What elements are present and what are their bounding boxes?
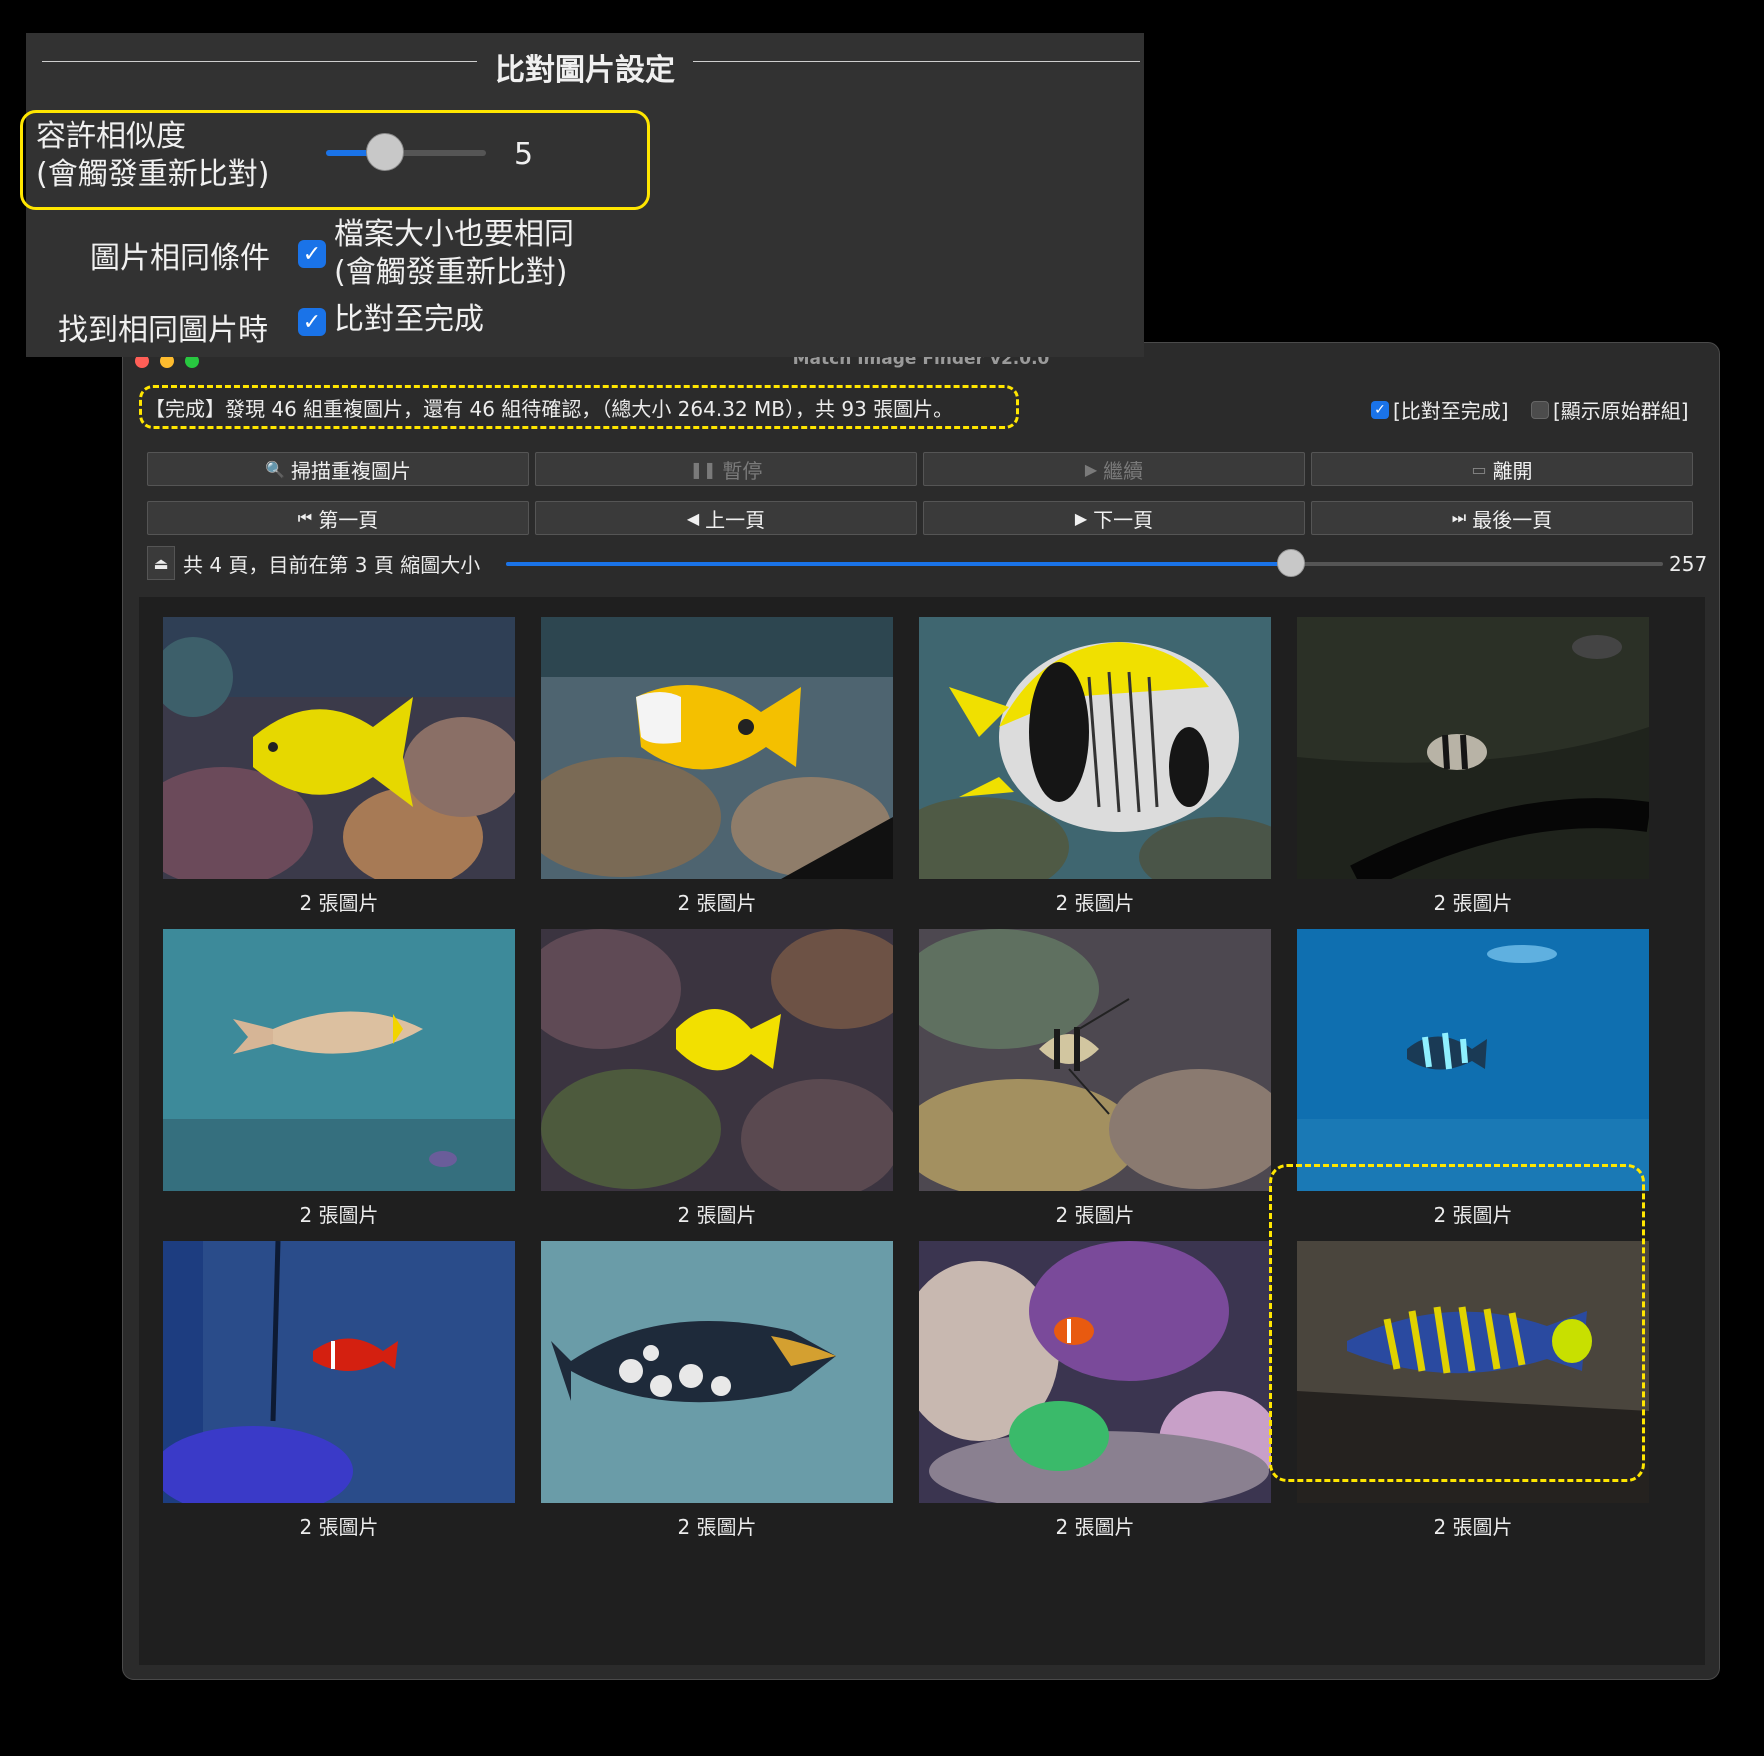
status-text: 【完成】發現 46 組重複圖片，還有 46 組待確認，（總大小 264.32 M…	[145, 397, 954, 421]
skip-last-icon: ⏭	[1451, 508, 1467, 527]
pager-info: ⏏ 共 4 頁，目前在第 3 頁 縮圖大小	[147, 546, 480, 580]
thumbnail-image[interactable]	[163, 1241, 515, 1503]
scan-button[interactable]: 🔍 掃描重複圖片	[147, 452, 529, 486]
show-original-groups-option[interactable]: [顯示原始群組]	[1531, 395, 1689, 424]
skip-first-icon: ⏮	[297, 508, 313, 527]
main-window: Match Image Finder v2.0.0 【完成】發現 46 組重複圖…	[122, 342, 1720, 1680]
thumb-size-slider[interactable]	[506, 549, 1663, 577]
thumbnail-image[interactable]	[163, 617, 515, 879]
thumbnail-item[interactable]: 2 張圖片	[919, 1241, 1271, 1540]
same-size-option[interactable]: 檔案大小也要相同 (會觸發重新比對)	[334, 216, 574, 292]
thumbnail-caption: 2 張圖片	[677, 1203, 757, 1227]
thumbnail-item[interactable]: 2 張圖片	[919, 929, 1271, 1228]
similarity-slider[interactable]	[326, 150, 486, 156]
settings-title: 比對圖片設定	[26, 45, 1144, 89]
thumbnail-caption: 2 張圖片	[1055, 891, 1135, 915]
on-found-label: 找到相同圖片時	[58, 313, 268, 348]
thumbnail-grid: 2 張圖片 2 張圖片 2 張圖片 2 張圖片 2 張圖片 2 張圖片 2 張圖…	[139, 597, 1705, 1665]
thumbnail-image[interactable]	[919, 617, 1271, 879]
thumbnail-caption: 2 張圖片	[299, 1515, 379, 1539]
similarity-slider-knob[interactable]	[366, 133, 404, 171]
thumb-size-value: 257	[1669, 552, 1708, 576]
thumbnail-item[interactable]: 2 張圖片	[163, 929, 515, 1228]
thumbnail-caption: 2 張圖片	[1433, 1515, 1513, 1539]
pause-icon: ❚❚	[689, 459, 717, 479]
settings-panel: 比對圖片設定 容許相似度 (會觸發重新比對) 5 圖片相同條件 ✓ 檔案大小也要…	[20, 33, 1144, 357]
compare-to-end-setting-option[interactable]: 比對至完成	[334, 301, 484, 339]
thumbnail-item[interactable]: 2 張圖片	[541, 617, 893, 916]
similarity-label: 容許相似度 (會觸發重新比對)	[36, 119, 270, 192]
thumbnail-item[interactable]: 2 張圖片	[541, 929, 893, 1228]
thumbnail-caption: 2 張圖片	[1055, 1515, 1135, 1539]
prev-icon: ◀	[686, 508, 700, 528]
exit-icon: ▭	[1471, 459, 1487, 479]
compare-to-end-option[interactable]: ✓ [比對至完成]	[1371, 395, 1509, 424]
thumbnail-image[interactable]	[163, 929, 515, 1191]
thumbnail-caption: 2 張圖片	[677, 891, 757, 915]
show-original-groups-checkbox[interactable]	[1531, 400, 1549, 419]
thumbnail-item[interactable]: 2 張圖片	[541, 1241, 893, 1540]
thumbnail-caption: 2 張圖片	[1055, 1203, 1135, 1227]
show-original-groups-label: [顯示原始群組]	[1553, 399, 1689, 423]
eject-icon: ⏏	[153, 553, 169, 573]
prev-page-button[interactable]: ◀ 上一頁	[535, 501, 917, 535]
thumbnail-image[interactable]	[541, 929, 893, 1191]
same-size-checkbox[interactable]: ✓	[298, 240, 326, 268]
eject-button[interactable]: ⏏	[147, 546, 175, 580]
compare-to-end-checkbox[interactable]: ✓	[1371, 400, 1389, 419]
next-page-button[interactable]: ▶ 下一頁	[923, 501, 1305, 535]
thumbnail-caption: 2 張圖片	[1433, 891, 1513, 915]
thumbnail-item[interactable]: 2 張圖片	[163, 1241, 515, 1540]
thumbnail-item[interactable]: 2 張圖片	[1297, 617, 1649, 916]
thumbnail-image[interactable]	[541, 1241, 893, 1503]
thumbnail-image[interactable]	[1297, 929, 1649, 1191]
magnifier-icon: 🔍	[265, 459, 285, 479]
compare-to-end-label: [比對至完成]	[1393, 399, 1509, 423]
thumbnail-item[interactable]: 2 張圖片	[919, 617, 1271, 916]
continue-button[interactable]: ▶ 繼續	[923, 452, 1305, 486]
thumbnail-image[interactable]	[541, 617, 893, 879]
thumbnail-caption: 2 張圖片	[299, 891, 379, 915]
thumbnail-caption: 2 張圖片	[677, 1515, 757, 1539]
pause-button[interactable]: ❚❚ 暫停	[535, 452, 917, 486]
first-page-button[interactable]: ⏮ 第一頁	[147, 501, 529, 535]
same-condition-label: 圖片相同條件	[90, 241, 270, 276]
next-icon: ▶	[1074, 508, 1088, 528]
similarity-value: 5	[514, 137, 534, 172]
compare-to-end-setting-checkbox[interactable]: ✓	[298, 308, 326, 336]
thumbnail-image[interactable]	[1297, 617, 1649, 879]
play-icon: ▶	[1084, 459, 1098, 479]
exit-button[interactable]: ▭ 離開	[1311, 452, 1693, 486]
pager-text: 共 4 頁，目前在第 3 頁 縮圖大小	[183, 552, 481, 577]
thumbnail-item[interactable]: 2 張圖片	[163, 617, 515, 916]
thumbnail-image[interactable]	[919, 929, 1271, 1191]
last-page-button[interactable]: ⏭ 最後一頁	[1311, 501, 1693, 535]
thumbnail-image[interactable]	[919, 1241, 1271, 1503]
thumb-size-fill	[506, 562, 1290, 566]
thumbnail-highlight	[1269, 1164, 1645, 1482]
thumb-size-knob[interactable]	[1277, 549, 1305, 577]
thumbnail-caption: 2 張圖片	[299, 1203, 379, 1227]
